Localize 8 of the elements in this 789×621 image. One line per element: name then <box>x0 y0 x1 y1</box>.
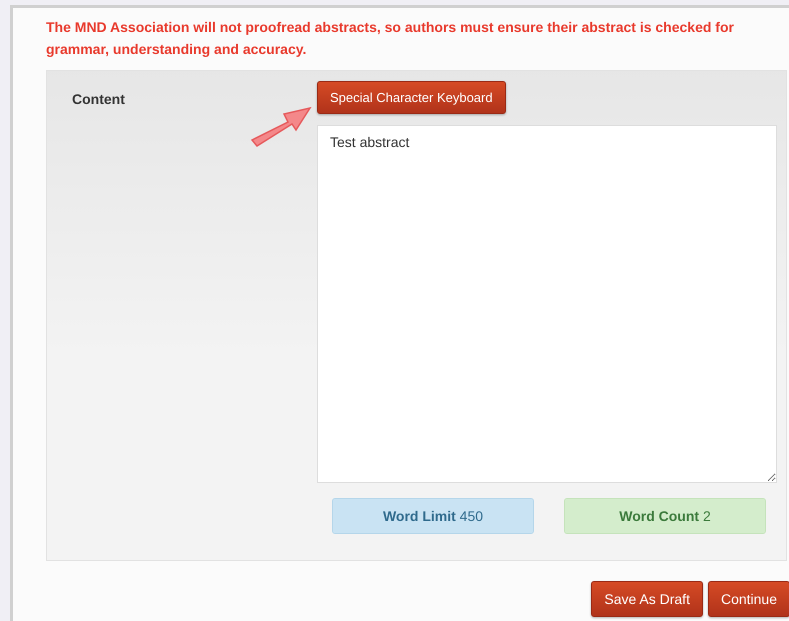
content-label: Content <box>71 90 126 107</box>
word-limit-badge: Word Limit 450 <box>332 498 534 534</box>
word-count-badge: Word Count 2 <box>564 498 766 534</box>
warning-notice: The MND Association will not proofread abstracts, so authors must ensure their abstract is checked for grammar, understanding and accuracy. <box>46 18 735 59</box>
continue-button[interactable]: Continue <box>708 581 789 617</box>
special-character-keyboard-button[interactable]: Special Character Keyboard <box>317 81 506 114</box>
save-draft-button[interactable]: Save As Draft <box>591 581 703 617</box>
abstract-field[interactable]: Test abstract <box>317 125 777 483</box>
